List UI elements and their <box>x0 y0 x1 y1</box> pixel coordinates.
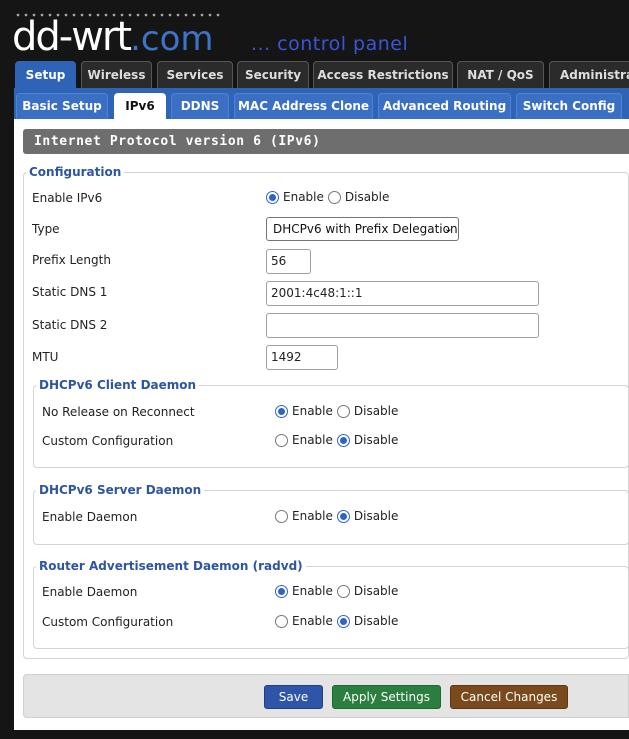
server-disable-label: Disable <box>353 509 399 523</box>
tab-switch-config[interactable]: Switch Config <box>516 93 622 119</box>
main-tabs: Setup Wireless Services Security Access … <box>14 61 629 89</box>
logo: dd-wrt.com <box>12 17 214 59</box>
client-custom-config-label: Custom Configuration <box>42 434 174 448</box>
dhcpv6-server-legend: DHCPv6 Server Daemon <box>39 483 202 497</box>
radvd-enable-radio[interactable] <box>275 584 288 598</box>
chevron-down-icon: ⌄ <box>443 222 453 235</box>
static-dns1-label: Static DNS 1 <box>32 285 108 299</box>
dhcpv6-client-legend: DHCPv6 Client Daemon <box>39 378 197 392</box>
no-release-radios: Enable Disable <box>275 404 402 418</box>
prefix-length-label: Prefix Length <box>32 253 111 267</box>
radvd-custom-disable-label: Disable <box>353 614 399 628</box>
enable-ipv6-disable-radio[interactable] <box>327 190 341 204</box>
radvd-custom-enable-label: Enable <box>292 614 333 628</box>
tab-access-restrictions[interactable]: Access Restrictions <box>313 61 453 89</box>
radvd-fieldset: Router Advertisement Daemon (radvd) <box>33 559 629 649</box>
tab-security[interactable]: Security <box>237 61 309 89</box>
apply-settings-button[interactable]: Apply Settings <box>332 685 441 709</box>
enable-ipv6-enable-label: Enable <box>283 190 324 204</box>
type-select[interactable]: DHCPv6 with Prefix Delegation ⌄ <box>266 217 459 241</box>
tab-ipv6[interactable]: IPv6 <box>114 93 166 119</box>
cancel-changes-button[interactable]: Cancel Changes <box>450 685 568 709</box>
type-select-value: DHCPv6 with Prefix Delegation <box>273 222 458 236</box>
radvd-disable-label: Disable <box>353 584 399 598</box>
tab-administration[interactable]: Administrati <box>549 61 629 89</box>
type-label: Type <box>32 222 60 236</box>
radvd-custom-enable-radio[interactable] <box>275 614 288 628</box>
tab-setup[interactable]: Setup <box>15 61 76 89</box>
prefix-length-input[interactable]: 56 <box>266 249 311 274</box>
mtu-label: MTU <box>32 350 59 364</box>
no-release-enable-label: Enable <box>292 404 333 418</box>
dhcpv6-client-fieldset: DHCPv6 Client Daemon <box>33 378 629 468</box>
tab-services[interactable]: Services <box>157 61 233 89</box>
mtu-input[interactable]: 1492 <box>266 345 338 370</box>
no-release-disable-radio[interactable] <box>336 404 350 418</box>
tab-advanced-routing[interactable]: Advanced Routing <box>378 93 511 119</box>
client-custom-enable-radio[interactable] <box>275 433 288 447</box>
page-title: Internet Protocol version 6 (IPv6) <box>23 129 629 154</box>
radvd-enable-label: Enable <box>292 584 333 598</box>
tab-nat-qos[interactable]: NAT / QoS <box>457 61 544 89</box>
logo-domain: .com <box>130 19 214 59</box>
server-enable-radio[interactable] <box>275 509 288 523</box>
no-release-disable-label: Disable <box>353 404 399 418</box>
radvd-enable-daemon-label: Enable Daemon <box>42 585 138 599</box>
tab-wireless[interactable]: Wireless <box>81 61 152 89</box>
tab-ddns[interactable]: DDNS <box>171 93 229 119</box>
sub-tabs: Basic Setup IPv6 DDNS MAC Address Clone … <box>14 91 629 119</box>
radvd-legend: Router Advertisement Daemon (radvd) <box>39 559 303 573</box>
server-enable-label: Enable <box>292 509 333 523</box>
client-custom-enable-label: Enable <box>292 433 333 447</box>
no-release-label: No Release on Reconnect <box>42 405 195 419</box>
tab-mac-address-clone[interactable]: MAC Address Clone <box>234 93 373 119</box>
radvd-custom-config-label: Custom Configuration <box>42 615 174 629</box>
tab-basic-setup[interactable]: Basic Setup <box>16 93 108 119</box>
radvd-disable-radio[interactable] <box>336 584 350 598</box>
radvd-custom-config-radios: Enable Disable <box>275 614 402 628</box>
tagline: ... control panel <box>251 33 409 55</box>
static-dns2-input[interactable] <box>266 313 539 338</box>
client-custom-config-radios: Enable Disable <box>275 433 402 447</box>
server-enable-daemon-radios: Enable Disable <box>275 509 402 523</box>
enable-ipv6-radios: Enable Disable <box>266 190 393 204</box>
no-release-enable-radio[interactable] <box>275 404 288 418</box>
content-panel: Internet Protocol version 6 (IPv6) Confi… <box>14 119 629 730</box>
radvd-custom-disable-radio[interactable] <box>336 614 350 628</box>
radvd-enable-daemon-radios: Enable Disable <box>275 584 402 598</box>
configuration-legend: Configuration <box>29 165 122 179</box>
header: dd-wrt.com ... control panel <box>0 0 629 62</box>
button-bar: Save Apply Settings Cancel Changes <box>23 674 629 718</box>
static-dns2-label: Static DNS 2 <box>32 318 108 332</box>
server-enable-daemon-label: Enable Daemon <box>42 510 138 524</box>
server-disable-radio[interactable] <box>336 509 350 523</box>
enable-ipv6-enable-radio[interactable] <box>266 190 279 204</box>
enable-ipv6-disable-label: Disable <box>344 190 390 204</box>
client-custom-disable-label: Disable <box>353 433 399 447</box>
save-button[interactable]: Save <box>264 685 323 709</box>
logo-main: dd-wrt <box>12 14 132 60</box>
static-dns1-input[interactable]: 2001:4c48:1::1 <box>266 281 539 306</box>
enable-ipv6-label: Enable IPv6 <box>32 191 103 205</box>
client-custom-disable-radio[interactable] <box>336 433 350 447</box>
